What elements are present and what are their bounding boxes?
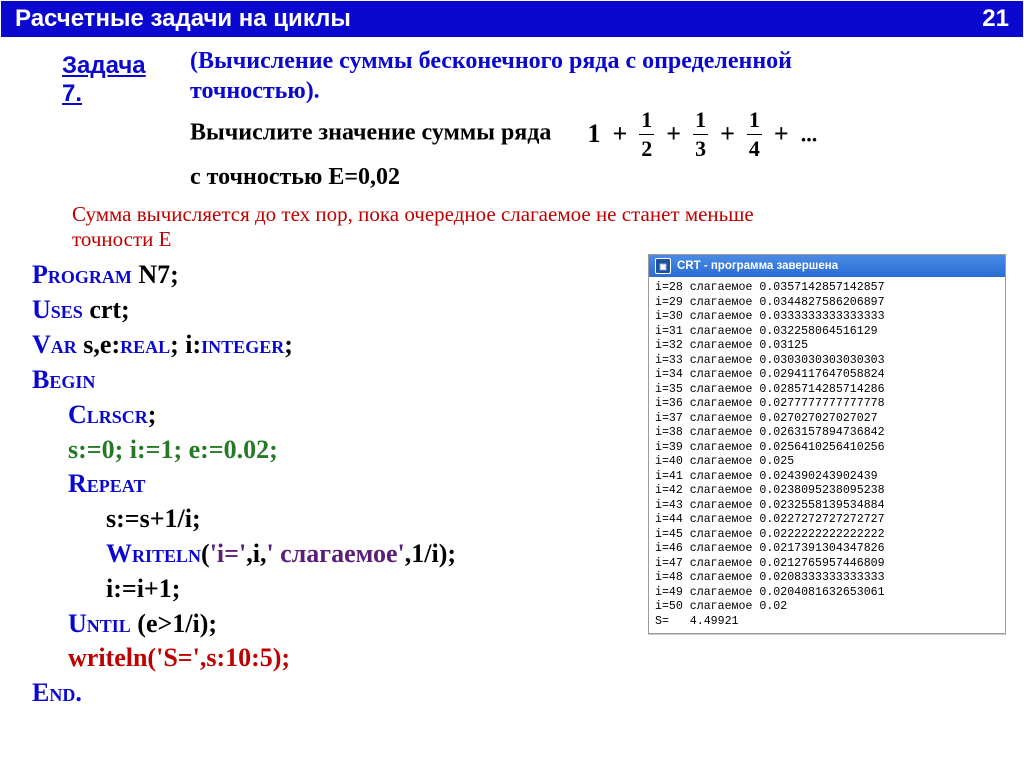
task-label: Задача 7. xyxy=(62,52,172,108)
slide-title: Расчетные задачи на циклы xyxy=(15,5,351,33)
op4: + xyxy=(768,119,795,148)
series-formula: 1 + 12 + 13 + 14 + ... xyxy=(587,106,817,162)
crt-output-line: i=39 слагаемое 0.0256410256410256 xyxy=(655,441,999,455)
crt-output-line: i=35 слагаемое 0.0285714285714286 xyxy=(655,383,999,397)
desc-paren2: точностью). xyxy=(190,78,320,104)
desc-line3: с точностью E=0,02 xyxy=(190,164,400,190)
crt-output-line: i=37 слагаемое 0.027027027027027 xyxy=(655,412,999,426)
crt-output-window: ▣ CRT - программа завершена i=28 слагаем… xyxy=(648,254,1006,634)
crt-output-line: i=34 слагаемое 0.0294117647058824 xyxy=(655,368,999,382)
frac1: 12 xyxy=(639,106,654,162)
crt-output-line: i=31 слагаемое 0.032258064516129 xyxy=(655,325,999,339)
hint-line2: точности E xyxy=(72,227,1006,252)
crt-window-icon: ▣ xyxy=(655,258,671,274)
crt-sum-line: S= 4.49921 xyxy=(655,615,999,629)
crt-output-line: i=32 слагаемое 0.03125 xyxy=(655,339,999,353)
dots: ... xyxy=(801,121,818,146)
crt-output-line: i=30 слагаемое 0.0333333333333333 xyxy=(655,310,999,324)
hint-line1: Сумма вычисляется до тех пор, пока очере… xyxy=(72,202,1006,227)
slide-header: Расчетные задачи на циклы 21 xyxy=(0,0,1024,38)
desc-line2: Вычислите значение суммы ряда xyxy=(190,120,551,146)
slide-number: 21 xyxy=(982,5,1009,33)
crt-output-line: i=46 слагаемое 0.0217391304347826 xyxy=(655,542,999,556)
slide-content: Задача 7. (Вычисление суммы бесконечного… xyxy=(0,38,1024,719)
crt-output-line: i=28 слагаемое 0.0357142857142857 xyxy=(655,281,999,295)
crt-output-line: i=42 слагаемое 0.0238095238095238 xyxy=(655,484,999,498)
task-description: (Вычисление суммы бесконечного ряда с оп… xyxy=(190,46,817,192)
crt-output-line: i=43 слагаемое 0.0232558139534884 xyxy=(655,499,999,513)
crt-output-line: i=50 слагаемое 0.02 xyxy=(655,600,999,614)
hint-text: Сумма вычисляется до тех пор, пока очере… xyxy=(72,202,1006,252)
crt-output-line: i=33 слагаемое 0.0303030303030303 xyxy=(655,354,999,368)
op2: + xyxy=(660,119,687,148)
crt-output-line: i=47 слагаемое 0.0212765957446809 xyxy=(655,557,999,571)
pascal-code: Program N7; Uses crt; Var s,e:real; i:in… xyxy=(32,258,592,711)
crt-output-body: i=28 слагаемое 0.0357142857142857i=29 сл… xyxy=(649,277,1005,633)
crt-output-line: i=44 слагаемое 0.0227272727272727 xyxy=(655,513,999,527)
op1: + xyxy=(606,119,633,148)
crt-titlebar: ▣ CRT - программа завершена xyxy=(649,255,1005,277)
crt-output-line: i=29 слагаемое 0.0344827586206897 xyxy=(655,296,999,310)
op3: + xyxy=(714,119,741,148)
crt-output-line: i=38 слагаемое 0.0263157894736842 xyxy=(655,426,999,440)
crt-output-line: i=41 слагаемое 0.024390243902439 xyxy=(655,470,999,484)
crt-title-text: CRT - программа завершена xyxy=(677,260,838,272)
frac2: 13 xyxy=(693,106,708,162)
crt-output-line: i=48 слагаемое 0.0208333333333333 xyxy=(655,571,999,585)
term-one: 1 xyxy=(587,119,600,148)
crt-output-line: i=40 слагаемое 0.025 xyxy=(655,455,999,469)
crt-output-line: i=36 слагаемое 0.0277777777777778 xyxy=(655,397,999,411)
frac3: 14 xyxy=(747,106,762,162)
crt-output-line: i=45 слагаемое 0.0222222222222222 xyxy=(655,528,999,542)
crt-output-line: i=49 слагаемое 0.0204081632653061 xyxy=(655,586,999,600)
desc-paren1: (Вычисление суммы бесконечного ряда с оп… xyxy=(190,48,792,74)
